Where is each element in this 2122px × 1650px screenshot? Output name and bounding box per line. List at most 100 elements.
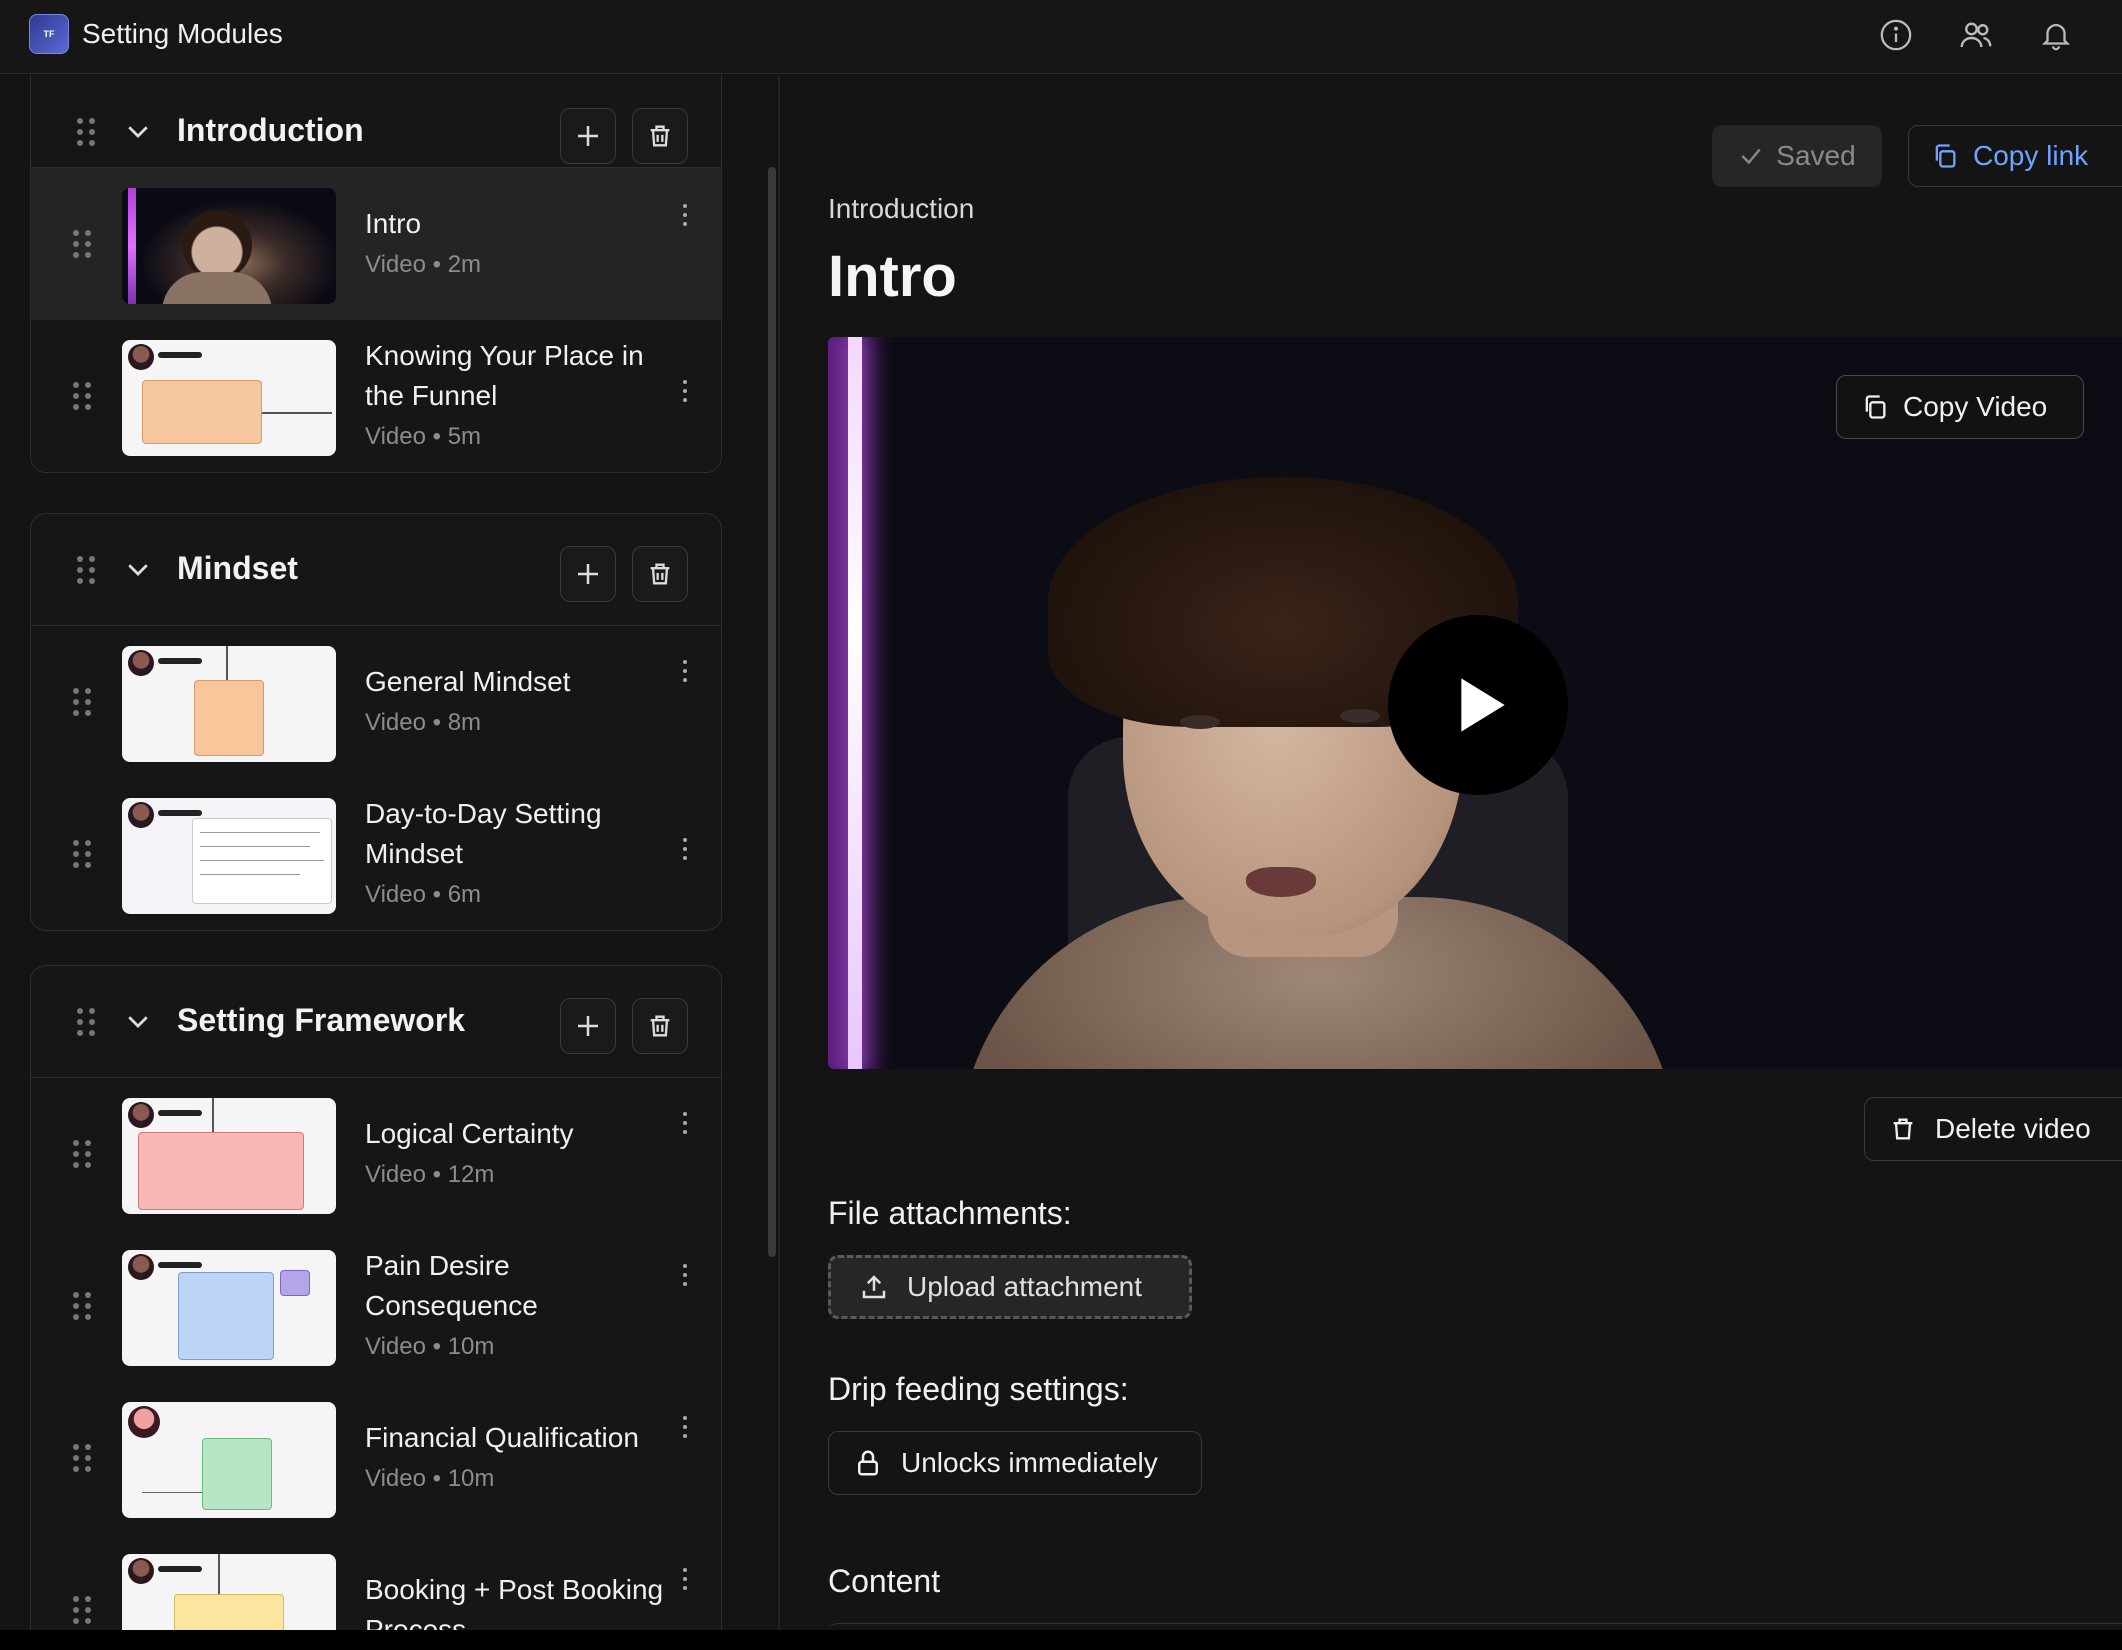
info-icon[interactable] (1875, 14, 1917, 56)
lesson-thumbnail (122, 646, 336, 762)
more-options-icon[interactable] (675, 1108, 695, 1138)
chevron-down-icon[interactable] (123, 116, 153, 146)
upload-attachment-button[interactable]: Upload attachment (828, 1255, 1192, 1319)
drag-handle-icon[interactable] (77, 1008, 95, 1036)
drag-handle-icon[interactable] (73, 1292, 91, 1320)
lesson-meta: Video • 10m (365, 1333, 495, 1360)
lesson-thumbnail (122, 1402, 336, 1518)
lesson-meta: Video • 6m (365, 881, 482, 908)
plus-icon (578, 126, 598, 146)
drag-handle-icon[interactable] (73, 230, 91, 258)
chevron-down-icon[interactable] (123, 1006, 153, 1036)
delete-module-button[interactable] (632, 998, 688, 1054)
add-lesson-button[interactable] (560, 546, 616, 602)
bell-icon[interactable] (2035, 14, 2077, 56)
chevron-down-icon[interactable] (123, 554, 153, 584)
lesson-meta: Video • 10m (365, 1465, 495, 1492)
more-options-icon[interactable] (675, 834, 695, 864)
lesson-thumbnail (122, 1554, 336, 1630)
upload-icon (862, 1275, 886, 1299)
breadcrumb[interactable]: Introduction (828, 193, 974, 225)
lesson-meta: Video • 2m (365, 251, 482, 278)
trash-icon (1893, 1118, 1913, 1140)
lesson-title: Day-to-Day Setting Mindset (365, 798, 602, 869)
more-options-icon[interactable] (675, 1412, 695, 1442)
lesson-item-intro[interactable]: Intro Video • 2m (31, 168, 721, 320)
lesson-title: Logical Certainty (365, 1118, 574, 1149)
module-header[interactable]: Introduction (31, 75, 721, 168)
copy-icon (1935, 144, 1956, 168)
drag-handle-icon[interactable] (73, 1444, 91, 1472)
saved-button[interactable]: Saved (1712, 125, 1882, 187)
app-logo-text: TF (43, 29, 55, 39)
sidebar: Introduction Intro Video • 2m Knowing Yo… (0, 75, 780, 1630)
video-player[interactable]: Copy Video (828, 337, 2122, 1069)
module-setting-framework: Setting Framework Logical Certainty Vide… (30, 965, 722, 1630)
module-title: Setting Framework (177, 1002, 466, 1038)
lesson-thumbnail (122, 798, 336, 914)
lesson-thumbnail (122, 1250, 336, 1366)
upload-label: Upload attachment (907, 1271, 1143, 1302)
delete-module-button[interactable] (632, 108, 688, 164)
module-header[interactable]: Mindset (31, 514, 721, 626)
copy-icon (1865, 395, 1886, 419)
page-title: Intro (828, 244, 957, 309)
top-bar: TF Setting Modules (0, 0, 2122, 74)
lesson-thumbnail (122, 188, 336, 304)
copy-video-label: Copy Video (1903, 391, 2048, 422)
lesson-title: Knowing Your Place in the Funnel (365, 340, 644, 411)
module-title: Introduction (177, 112, 364, 148)
app-logo[interactable]: TF (29, 14, 69, 54)
drag-handle-icon[interactable] (73, 840, 91, 868)
drag-handle-icon[interactable] (73, 1140, 91, 1168)
trash-icon (650, 125, 670, 147)
drag-handle-icon[interactable] (73, 382, 91, 410)
more-options-icon[interactable] (675, 656, 695, 686)
lesson-item-logical-certainty[interactable]: Logical Certainty Video • 12m (31, 1078, 721, 1230)
play-button[interactable] (1388, 615, 1568, 795)
lesson-item-general-mindset[interactable]: General Mindset Video • 8m (31, 626, 721, 778)
lesson-item-day-to-day[interactable]: Day-to-Day Setting Mindset Video • 6m (31, 778, 721, 930)
lesson-title: Intro (365, 208, 422, 239)
delete-video-button[interactable]: Delete video (1864, 1097, 2122, 1161)
lesson-title: General Mindset (365, 666, 571, 697)
drag-handle-icon[interactable] (73, 688, 91, 716)
lesson-item-pain-desire[interactable]: Pain Desire Consequence Video • 10m (31, 1230, 721, 1382)
drag-handle-icon[interactable] (77, 556, 95, 584)
module-mindset: Mindset General Mindset Video • 8m Day-t… (30, 513, 722, 931)
copy-link-button[interactable]: Copy link (1908, 125, 2122, 187)
plus-icon (578, 564, 598, 584)
lesson-title: Booking + Post Booking Process (365, 1574, 664, 1630)
trash-icon (650, 563, 670, 585)
drag-handle-icon[interactable] (73, 1596, 91, 1624)
users-icon[interactable] (1955, 14, 1997, 56)
drag-handle-icon[interactable] (77, 118, 95, 146)
lesson-meta: Video • 8m (365, 709, 482, 736)
lesson-item-financial-qualification[interactable]: Financial Qualification Video • 10m (31, 1382, 721, 1534)
play-icon (1461, 678, 1505, 732)
lock-icon (858, 1450, 878, 1476)
trash-icon (650, 1015, 670, 1037)
add-lesson-button[interactable] (560, 998, 616, 1054)
more-options-icon[interactable] (675, 1564, 695, 1594)
lesson-item-booking[interactable]: Booking + Post Booking Process (31, 1534, 721, 1630)
plus-icon (578, 1016, 598, 1036)
add-lesson-button[interactable] (560, 108, 616, 164)
lesson-thumbnail (122, 340, 336, 456)
saved-label: Saved (1776, 140, 1856, 171)
more-options-icon[interactable] (675, 200, 695, 230)
lesson-title: Pain Desire Consequence (365, 1250, 538, 1321)
copy-video-button[interactable]: Copy Video (1836, 375, 2084, 439)
drip-setting-button[interactable]: Unlocks immediately (828, 1431, 1202, 1495)
delete-module-button[interactable] (632, 546, 688, 602)
module-introduction: Introduction Intro Video • 2m Knowing Yo… (30, 75, 722, 473)
more-options-icon[interactable] (675, 1260, 695, 1290)
sidebar-scrollbar[interactable] (768, 167, 776, 1257)
drip-label: Drip feeding settings: (828, 1371, 1129, 1407)
lesson-title: Financial Qualification (365, 1422, 639, 1453)
more-options-icon[interactable] (675, 376, 695, 406)
lesson-meta: Video • 12m (365, 1161, 495, 1188)
lesson-thumbnail (122, 1098, 336, 1214)
lesson-item-knowing-your-place[interactable]: Knowing Your Place in the Funnel Video •… (31, 320, 721, 472)
module-header[interactable]: Setting Framework (31, 966, 721, 1078)
